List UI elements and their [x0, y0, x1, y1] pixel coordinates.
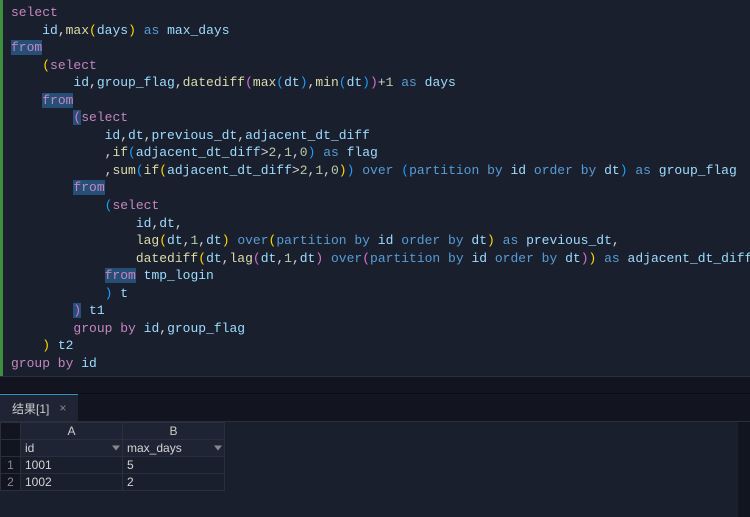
table-row[interactable]: 210022 [1, 474, 225, 491]
results-tab-bar: 结果[1] × [0, 394, 750, 422]
corner-cell[interactable] [1, 423, 21, 440]
row-number[interactable]: 2 [1, 474, 21, 491]
cell[interactable]: 5 [123, 457, 225, 474]
sql-editor[interactable]: select id,max(days) as max_days from (se… [0, 0, 750, 376]
results-grid-area: A B id max_days 110015210022 [0, 422, 750, 517]
table-row[interactable]: 110015 [1, 457, 225, 474]
vertical-scrollbar[interactable] [738, 422, 750, 517]
cell[interactable]: 1001 [21, 457, 123, 474]
results-tab[interactable]: 结果[1] × [0, 394, 78, 421]
chevron-down-icon[interactable] [112, 446, 120, 451]
cell[interactable]: 1002 [21, 474, 123, 491]
field-header-row: id max_days [1, 440, 225, 457]
row-header-blank[interactable] [1, 440, 21, 457]
chevron-down-icon[interactable] [214, 446, 222, 451]
row-number[interactable]: 1 [1, 457, 21, 474]
field-header-id[interactable]: id [21, 440, 123, 457]
close-icon[interactable]: × [59, 402, 66, 414]
column-header-A[interactable]: A [21, 423, 123, 440]
results-grid[interactable]: A B id max_days 110015210022 [0, 422, 225, 491]
results-tab-label: 结果[1] [12, 400, 49, 417]
field-header-max-days[interactable]: max_days [123, 440, 225, 457]
panel-divider[interactable] [0, 376, 750, 394]
cell[interactable]: 2 [123, 474, 225, 491]
column-header-B[interactable]: B [123, 423, 225, 440]
column-letter-row: A B [1, 423, 225, 440]
